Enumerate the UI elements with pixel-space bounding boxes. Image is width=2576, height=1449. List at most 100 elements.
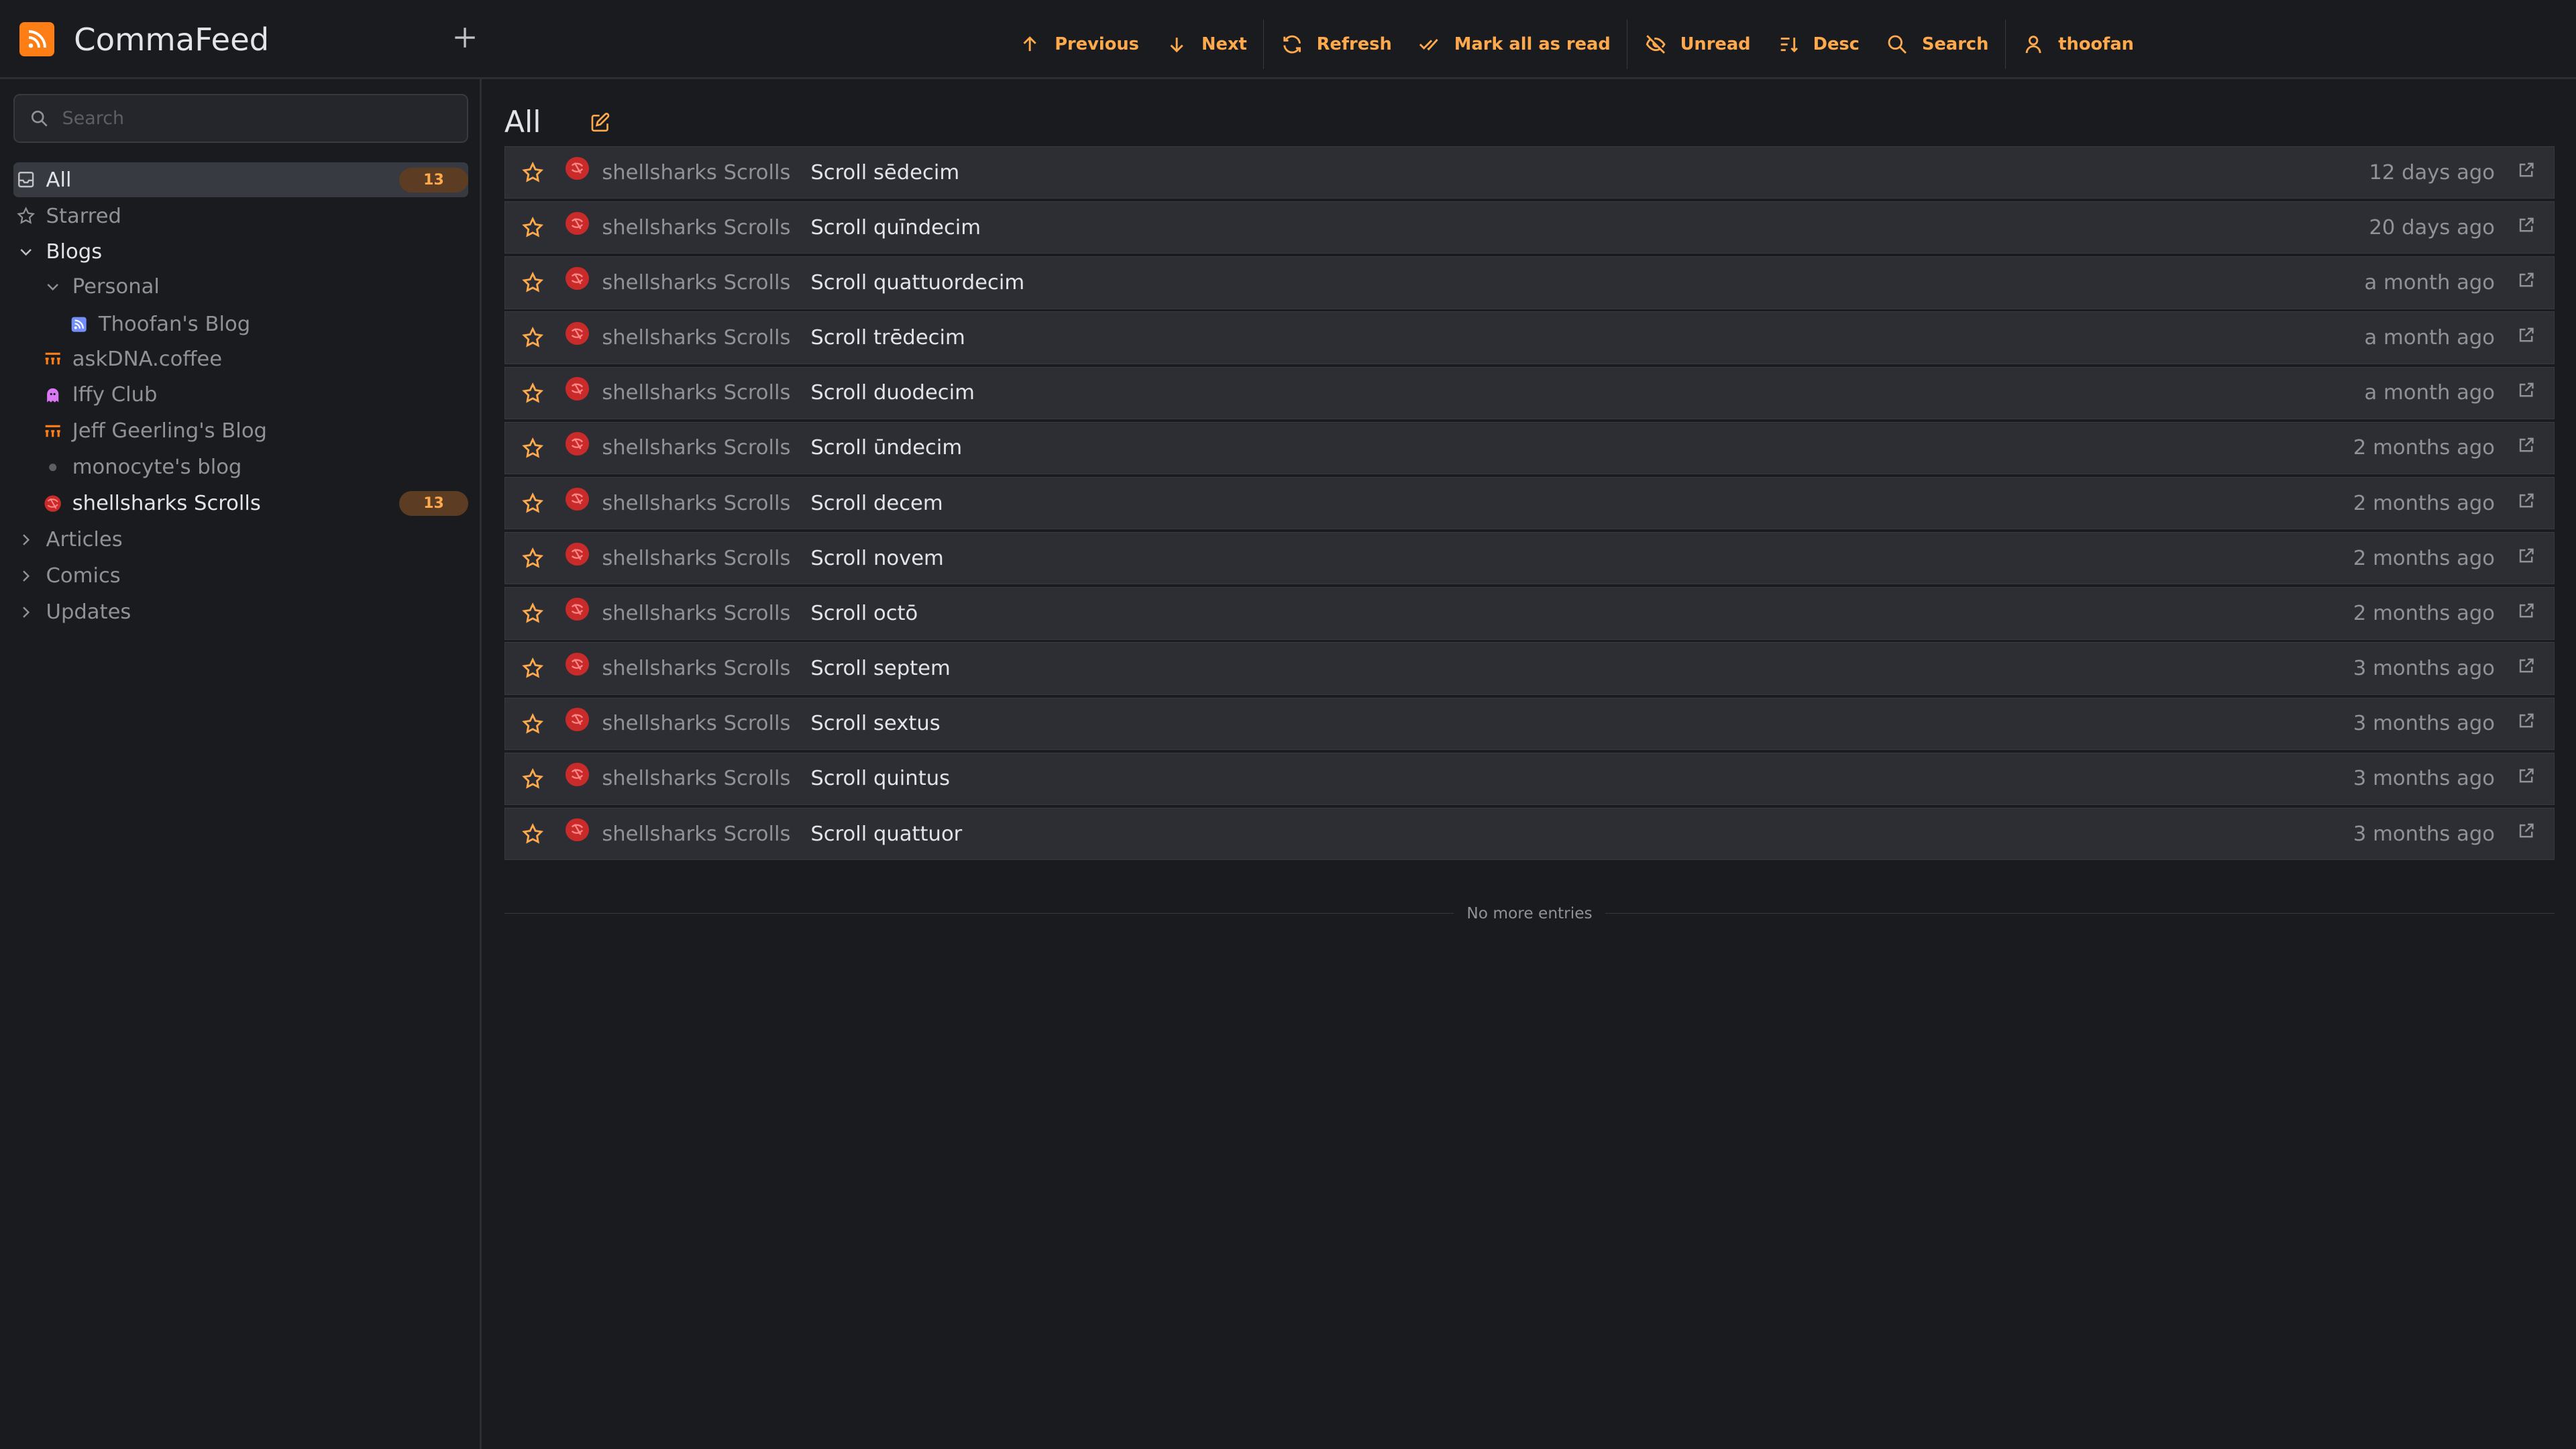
sidebar-item-personal[interactable]: Personal bbox=[43, 270, 160, 304]
previous-button[interactable]: Previous bbox=[1006, 19, 1152, 68]
entry-row[interactable]: shellsharks Scrolls Scroll quattuor 3 mont… bbox=[504, 807, 2555, 861]
entry-title[interactable]: Scroll ūndecim bbox=[810, 436, 962, 460]
entry-title[interactable]: Scroll sextus bbox=[810, 712, 940, 735]
star-icon[interactable] bbox=[521, 271, 544, 294]
entry-row[interactable]: shellsharks Scrolls Scroll quīndecim 20 da… bbox=[504, 201, 2555, 254]
external-link-icon[interactable] bbox=[2516, 380, 2536, 400]
external-link-icon[interactable] bbox=[2516, 766, 2536, 786]
star-icon[interactable] bbox=[521, 657, 544, 680]
mark-all-read-button[interactable]: Mark all as read bbox=[1405, 19, 1623, 68]
header: CommaFeed Previous Next Refresh Mark all… bbox=[0, 0, 2576, 79]
entry-row[interactable]: shellsharks Scrolls Scroll quintus 3 month… bbox=[504, 752, 2555, 806]
star-icon[interactable] bbox=[521, 547, 544, 570]
entry-title[interactable]: Scroll octō bbox=[810, 602, 918, 625]
sidebar-search[interactable] bbox=[13, 93, 468, 144]
star-icon[interactable] bbox=[521, 602, 544, 625]
star-icon[interactable] bbox=[521, 712, 544, 735]
unread-toggle[interactable]: Unread bbox=[1631, 19, 1764, 68]
edit-feed-button[interactable] bbox=[590, 112, 611, 133]
entry-row[interactable]: shellsharks Scrolls Scroll ūndecim 2 month… bbox=[504, 421, 2555, 475]
sidebar-item-updates[interactable]: Updates bbox=[16, 595, 131, 629]
entry-row[interactable]: shellsharks Scrolls Scroll duodecim a mont… bbox=[504, 366, 2555, 419]
star-icon[interactable] bbox=[521, 216, 544, 239]
search-button[interactable]: Search bbox=[1873, 19, 2002, 68]
external-link-icon[interactable] bbox=[2516, 601, 2536, 621]
entry-title[interactable]: Scroll decem bbox=[810, 492, 943, 515]
sidebar-item-all[interactable]: All 13 bbox=[13, 162, 468, 197]
external-link-icon[interactable] bbox=[2516, 546, 2536, 566]
user-menu-button[interactable]: thoofan bbox=[2009, 19, 2147, 68]
entry-row[interactable]: shellsharks Scrolls Scroll sēdecim 12 days… bbox=[504, 146, 2555, 199]
entry-row[interactable]: shellsharks Scrolls Scroll septem 3 months… bbox=[504, 642, 2555, 695]
sidebar-item-jeff-geerling[interactable]: Jeff Geerling's Blog bbox=[43, 414, 267, 448]
shellsharks-favicon-icon bbox=[566, 266, 589, 290]
user-icon bbox=[2026, 36, 2041, 54]
sidebar-item-label: Comics bbox=[46, 564, 121, 588]
external-link-icon[interactable] bbox=[2516, 656, 2536, 676]
entry-row[interactable]: shellsharks Scrolls Scroll decem 2 months … bbox=[504, 476, 2555, 530]
star-icon[interactable] bbox=[521, 161, 544, 184]
external-link-icon[interactable] bbox=[2516, 491, 2536, 511]
chevron-right-icon[interactable] bbox=[16, 566, 36, 586]
next-button[interactable]: Next bbox=[1152, 19, 1260, 68]
sidebar-item-iffy-club[interactable]: Iffy Club bbox=[43, 378, 157, 412]
sidebar-search-input[interactable] bbox=[62, 107, 457, 129]
sidebar-item-askdna[interactable]: askDNA.coffee bbox=[43, 341, 222, 376]
entry-row[interactable]: shellsharks Scrolls Scroll trēdecim a mont… bbox=[504, 311, 2555, 364]
star-icon[interactable] bbox=[521, 437, 544, 460]
entry-row[interactable]: shellsharks Scrolls Scroll novem 2 months … bbox=[504, 532, 2555, 585]
sidebar-item-monocyte[interactable]: monocyte's blog bbox=[43, 450, 241, 484]
star-icon[interactable] bbox=[521, 492, 544, 515]
search-icon bbox=[1888, 35, 1907, 54]
sidebar-item-thoofans-blog[interactable]: Thoofan's Blog bbox=[69, 307, 250, 341]
external-link-icon[interactable] bbox=[2516, 435, 2536, 455]
external-link-icon[interactable] bbox=[2516, 711, 2536, 731]
external-link-icon[interactable] bbox=[2516, 160, 2536, 180]
entry-title[interactable]: Scroll quīndecim bbox=[810, 216, 981, 239]
sidebar-item-comics[interactable]: Comics bbox=[16, 559, 121, 593]
inbox-icon bbox=[16, 170, 36, 189]
entry-row[interactable]: shellsharks Scrolls Scroll sextus 3 months… bbox=[504, 697, 2555, 750]
entry-title[interactable]: Scroll duodecim bbox=[810, 381, 975, 405]
entry-title[interactable]: Scroll quattuor bbox=[810, 822, 962, 846]
entry-date: 2 months ago bbox=[2353, 491, 2496, 515]
entry-row[interactable]: shellsharks Scrolls Scroll octō 2 months a… bbox=[504, 587, 2555, 640]
entry-title[interactable]: Scroll trēdecim bbox=[810, 326, 965, 350]
chevron-down-icon[interactable] bbox=[43, 277, 62, 297]
entry-title[interactable]: Scroll quattuordecim bbox=[810, 271, 1024, 294]
entry-feed-name: shellsharks Scrolls bbox=[602, 436, 791, 460]
sort-desc-toggle[interactable]: Desc bbox=[1764, 19, 1872, 68]
external-link-icon[interactable] bbox=[2516, 270, 2536, 290]
external-link-icon[interactable] bbox=[2516, 215, 2536, 235]
entry-feed-name: shellsharks Scrolls bbox=[602, 601, 791, 625]
sidebar-item-starred[interactable]: Starred bbox=[16, 199, 121, 233]
chevron-right-icon[interactable] bbox=[16, 530, 36, 549]
entry-feed-name: shellsharks Scrolls bbox=[602, 326, 791, 350]
external-link-icon[interactable] bbox=[2516, 821, 2536, 841]
sidebar-item-articles[interactable]: Articles bbox=[16, 523, 123, 557]
star-icon[interactable] bbox=[521, 822, 544, 845]
sort-desc-icon bbox=[1780, 38, 1798, 53]
add-subscription-button[interactable] bbox=[450, 23, 480, 52]
star-icon[interactable] bbox=[521, 326, 544, 349]
sidebar-item-shellsharks[interactable]: shellsharks Scrolls 13 bbox=[43, 486, 468, 521]
sidebar-item-label: Thoofan's Blog bbox=[98, 313, 251, 337]
star-icon[interactable] bbox=[521, 767, 544, 790]
entry-row[interactable]: shellsharks Scrolls Scroll quattuordecim a… bbox=[504, 256, 2555, 309]
chevron-down-icon[interactable] bbox=[16, 242, 36, 262]
entry-title[interactable]: Scroll quintus bbox=[810, 767, 950, 790]
arrow-up-icon bbox=[1023, 36, 1037, 52]
star-icon[interactable] bbox=[521, 382, 544, 405]
sidebar-item-blogs[interactable]: Blogs bbox=[16, 235, 102, 269]
brand[interactable]: CommaFeed bbox=[19, 0, 269, 79]
refresh-icon bbox=[1283, 35, 1301, 54]
refresh-button[interactable]: Refresh bbox=[1267, 19, 1405, 68]
entry-feed-name: shellsharks Scrolls bbox=[602, 160, 791, 184]
entry-title[interactable]: Scroll sēdecim bbox=[810, 161, 959, 184]
entry-title[interactable]: Scroll novem bbox=[810, 547, 944, 570]
shellsharks-favicon-icon bbox=[566, 597, 589, 621]
entry-title[interactable]: Scroll septem bbox=[810, 657, 951, 680]
chevron-right-icon[interactable] bbox=[16, 602, 36, 622]
entry-date: 3 months ago bbox=[2353, 712, 2496, 736]
external-link-icon[interactable] bbox=[2516, 325, 2536, 345]
